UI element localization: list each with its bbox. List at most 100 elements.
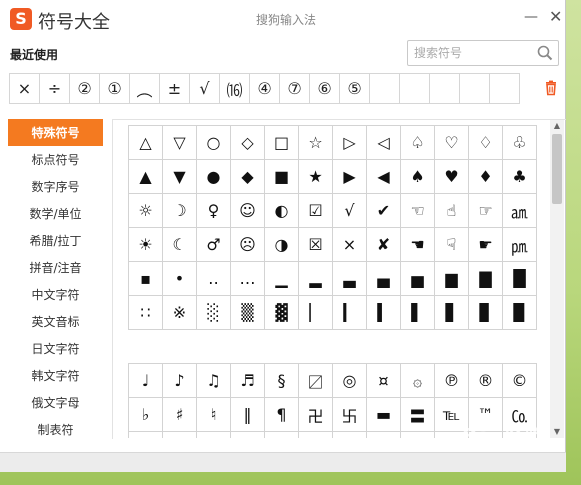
symbol-cell[interactable]: ㏘ <box>503 228 537 262</box>
recent-symbol-cell[interactable]: ÷ <box>39 73 70 104</box>
scroll-up-icon[interactable]: ▲ <box>550 120 564 132</box>
symbol-cell[interactable]: ☾ <box>163 228 197 262</box>
symbol-cell[interactable]: 卍 <box>299 398 333 432</box>
symbol-cell[interactable]: … <box>231 262 265 296</box>
symbol-cell[interactable]: ◎ <box>333 364 367 398</box>
symbol-cell[interactable]: © <box>503 364 537 398</box>
symbol-cell[interactable]: ☽ <box>163 194 197 228</box>
symbol-cell[interactable]: ㏂ <box>503 194 537 228</box>
symbol-cell[interactable]: ▒ <box>231 296 265 330</box>
symbol-cell[interactable]: ☹ <box>231 228 265 262</box>
recent-symbol-cell[interactable]: ① <box>99 73 130 104</box>
symbol-cell[interactable]: ♬ <box>231 364 265 398</box>
symbol-cell[interactable]: ▅ <box>401 262 435 296</box>
category-item[interactable]: 俄文字母 <box>8 389 103 416</box>
symbol-cell[interactable] <box>231 432 265 438</box>
symbol-cell[interactable]: ♤ <box>401 126 435 160</box>
symbol-cell[interactable]: ▽ <box>163 126 197 160</box>
symbol-cell[interactable]: ♡ <box>435 126 469 160</box>
symbol-cell[interactable]: ♥ <box>435 160 469 194</box>
symbol-cell[interactable]: □ <box>265 126 299 160</box>
recent-symbol-cell[interactable]: ︵ <box>129 73 160 104</box>
symbol-cell[interactable]: ℗ <box>435 364 469 398</box>
search-input[interactable] <box>414 41 536 65</box>
symbol-cell[interactable]: ◇ <box>231 126 265 160</box>
symbol-cell[interactable]: √ <box>333 194 367 228</box>
symbol-cell[interactable]: ▶ <box>333 160 367 194</box>
symbol-cell[interactable] <box>299 432 333 438</box>
recent-symbol-cell[interactable]: ④ <box>249 73 280 104</box>
symbol-cell[interactable]: ※ <box>163 296 197 330</box>
recent-symbol-cell[interactable]: × <box>9 73 40 104</box>
symbol-cell[interactable]: ‥ <box>197 262 231 296</box>
symbol-cell[interactable]: ♪ <box>163 364 197 398</box>
symbol-cell[interactable]: ▄ <box>367 262 401 296</box>
symbol-cell[interactable]: ○ <box>197 126 231 160</box>
category-item[interactable]: 拼音/注音 <box>8 254 103 281</box>
symbol-cell[interactable]: ▎ <box>333 296 367 330</box>
symbol-cell[interactable]: ☼ <box>129 194 163 228</box>
symbol-cell[interactable]: ¶ <box>265 398 299 432</box>
category-item[interactable]: 英文音标 <box>8 308 103 335</box>
symbol-cell[interactable]: ♧ <box>503 126 537 160</box>
symbol-cell[interactable]: ▆ <box>435 262 469 296</box>
symbol-cell[interactable]: ◁ <box>367 126 401 160</box>
symbol-cell[interactable]: ▪ <box>129 262 163 296</box>
symbol-cell[interactable] <box>129 432 163 438</box>
symbol-cell[interactable] <box>163 432 197 438</box>
symbol-cell[interactable]: ▬ <box>367 398 401 432</box>
symbol-cell[interactable]: ✘ <box>367 228 401 262</box>
symbol-cell[interactable]: ▋ <box>435 296 469 330</box>
symbol-cell[interactable]: ▼ <box>163 160 197 194</box>
symbol-cell[interactable]: ▃ <box>333 262 367 296</box>
symbol-cell[interactable]: × <box>333 228 367 262</box>
symbol-cell[interactable]: ☛ <box>469 228 503 262</box>
symbol-cell[interactable]: ■ <box>265 160 299 194</box>
category-item[interactable]: 数学/单位 <box>8 200 103 227</box>
symbol-cell[interactable]: ¤ <box>367 364 401 398</box>
symbol-cell[interactable]: ☆ <box>299 126 333 160</box>
symbol-cell[interactable]: ‖ <box>231 398 265 432</box>
search-box[interactable] <box>407 40 559 66</box>
symbol-cell[interactable]: ☑ <box>299 194 333 228</box>
category-item[interactable]: 韩文字符 <box>8 362 103 389</box>
symbol-cell[interactable]: ♩ <box>129 364 163 398</box>
symbol-cell[interactable]: ◑ <box>265 228 299 262</box>
symbol-cell[interactable]: ☚ <box>401 228 435 262</box>
recent-symbol-cell[interactable]: ⒃ <box>219 73 250 104</box>
category-item[interactable]: 数字序号 <box>8 173 103 200</box>
symbol-cell[interactable]: ☜ <box>401 194 435 228</box>
symbol-cell[interactable]: △ <box>129 126 163 160</box>
symbol-cell[interactable]: ● <box>197 160 231 194</box>
symbol-cell[interactable]: ◀ <box>367 160 401 194</box>
minimize-icon[interactable]: — <box>524 9 538 25</box>
category-item[interactable]: 日文字符 <box>8 335 103 362</box>
symbol-cell[interactable]: ♯ <box>163 398 197 432</box>
symbol-cell[interactable]: ♣ <box>503 160 537 194</box>
symbol-cell[interactable]: ▂ <box>299 262 333 296</box>
category-item[interactable]: 中文字符 <box>8 281 103 308</box>
scroll-down-icon[interactable]: ▼ <box>550 426 564 438</box>
symbol-cell[interactable] <box>367 432 401 438</box>
symbol-cell[interactable]: ☒ <box>299 228 333 262</box>
recent-symbol-cell[interactable] <box>369 73 400 104</box>
symbol-cell[interactable]: ✔ <box>367 194 401 228</box>
symbol-cell[interactable] <box>197 432 231 438</box>
trash-icon[interactable] <box>543 80 559 96</box>
recent-symbol-cell[interactable]: ⑦ <box>279 73 310 104</box>
symbol-cell[interactable]: ♫ <box>197 364 231 398</box>
recent-symbol-cell[interactable]: ⑥ <box>309 73 340 104</box>
symbol-cell[interactable]: ☞ <box>469 194 503 228</box>
recent-symbol-cell[interactable]: ± <box>159 73 190 104</box>
symbol-cell[interactable]: ☺ <box>231 194 265 228</box>
scroll-thumb[interactable] <box>552 134 562 204</box>
recent-symbol-cell[interactable]: ⑤ <box>339 73 370 104</box>
symbol-cell[interactable]: ♀ <box>197 194 231 228</box>
symbol-cell[interactable]: ∷ <box>129 296 163 330</box>
symbol-cell[interactable]: § <box>265 364 299 398</box>
titlebar[interactable]: S 符号大全 搜狗输入法 — ✕ <box>0 0 566 38</box>
symbol-cell[interactable]: ☟ <box>435 228 469 262</box>
symbol-cell[interactable]: ۞ <box>401 364 435 398</box>
symbol-cell[interactable]: 〓 <box>401 398 435 432</box>
scrollbar[interactable]: ▲ ▼ <box>550 120 564 438</box>
